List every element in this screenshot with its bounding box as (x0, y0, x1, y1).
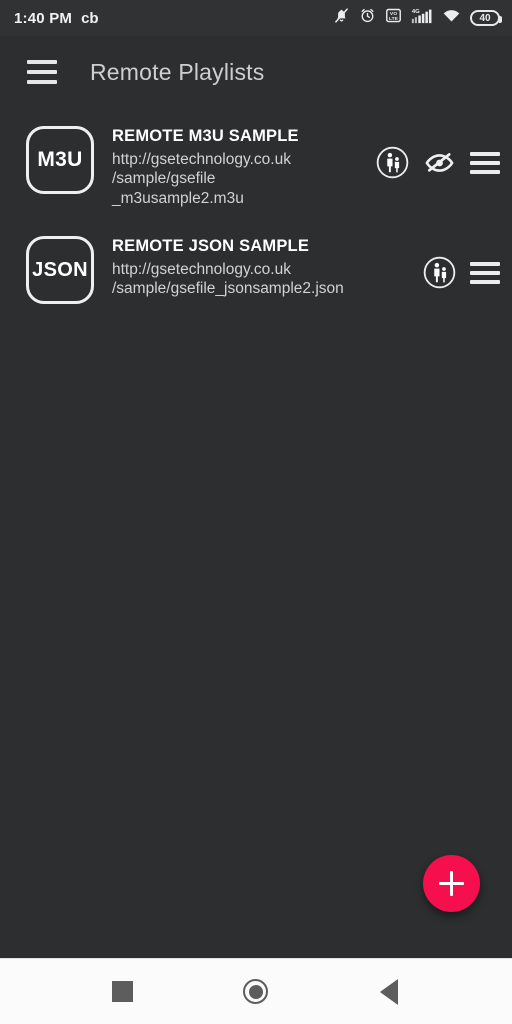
svg-text:LTE: LTE (389, 16, 399, 22)
playlist-actions (376, 122, 500, 179)
back-button[interactable] (362, 965, 416, 1019)
hamburger-menu-icon[interactable] (16, 46, 68, 98)
overflow-line-1 (470, 151, 500, 156)
playlist-title: REMOTE JSON SAMPLE (112, 237, 310, 256)
bell-muted-icon (333, 7, 350, 29)
svg-text:4G: 4G (412, 9, 420, 15)
playlist-text-block: REMOTE JSON SAMPLE http://gsetechnology.… (94, 232, 419, 299)
overflow-list-icon[interactable] (470, 261, 500, 285)
status-bar: 1:40 PM cb VO LTE 4G 40 (0, 0, 512, 36)
parental-control-icon[interactable] (376, 146, 409, 179)
triangle-back-icon (380, 978, 399, 1005)
playlist-type-badge: M3U (26, 126, 94, 194)
list-item[interactable]: M3U REMOTE M3U SAMPLE http://gsetechnolo… (0, 108, 512, 218)
overflow-line-3 (470, 279, 500, 284)
overflow-line-1 (470, 261, 500, 266)
hamburger-line-1 (27, 60, 57, 64)
overflow-list-icon[interactable] (470, 151, 500, 175)
list-item[interactable]: JSON REMOTE JSON SAMPLE http://gsetechno… (0, 218, 512, 318)
playlist-text-block: REMOTE M3U SAMPLE http://gsetechnology.c… (94, 122, 372, 208)
status-time: 1:40 PM (14, 9, 73, 27)
home-dot (248, 984, 263, 999)
wifi-icon (442, 7, 461, 29)
status-bar-left: 1:40 PM cb (14, 10, 99, 27)
battery-level-label: 40 (479, 12, 491, 24)
playlist-type-label: M3U (37, 148, 83, 171)
visibility-off-icon[interactable] (423, 149, 456, 177)
playlist-list: M3U REMOTE M3U SAMPLE http://gsetechnolo… (0, 108, 512, 958)
hamburger-line-2 (27, 70, 57, 74)
status-carrier-label: cb (81, 9, 99, 27)
overflow-line-2 (470, 160, 500, 165)
svg-text:VO: VO (390, 11, 397, 17)
recents-button[interactable] (96, 965, 150, 1019)
playlist-title: REMOTE M3U SAMPLE (112, 127, 299, 145)
add-playlist-fab[interactable] (423, 855, 480, 912)
playlist-actions (423, 232, 500, 289)
playlist-url: http://gsetechnology.co.uk /sample/gsefi… (112, 260, 344, 298)
signal-4g-icon: 4G (411, 7, 433, 29)
hamburger-line-3 (27, 80, 57, 84)
parental-control-icon[interactable] (423, 256, 456, 289)
battery-indicator: 40 (470, 10, 502, 26)
page-title: Remote Playlists (90, 58, 265, 85)
playlist-url: http://gsetechnology.co.uk /sample/gsefi… (112, 150, 291, 207)
square-recents-icon (112, 981, 134, 1002)
volte-icon: VO LTE (385, 7, 402, 29)
playlist-type-label: JSON (32, 258, 88, 281)
home-button[interactable] (229, 965, 283, 1019)
overflow-line-2 (470, 270, 500, 275)
app-bar: Remote Playlists (0, 36, 512, 108)
overflow-line-3 (470, 169, 500, 174)
playlist-type-badge: JSON (26, 236, 94, 305)
alarm-clock-icon (359, 7, 376, 29)
status-bar-right: VO LTE 4G 40 (333, 7, 502, 29)
app-screen: 1:40 PM cb VO LTE 4G 40 Remote Playlists… (0, 0, 512, 1024)
circle-home-icon (243, 979, 269, 1004)
android-navigation-bar (0, 958, 512, 1024)
